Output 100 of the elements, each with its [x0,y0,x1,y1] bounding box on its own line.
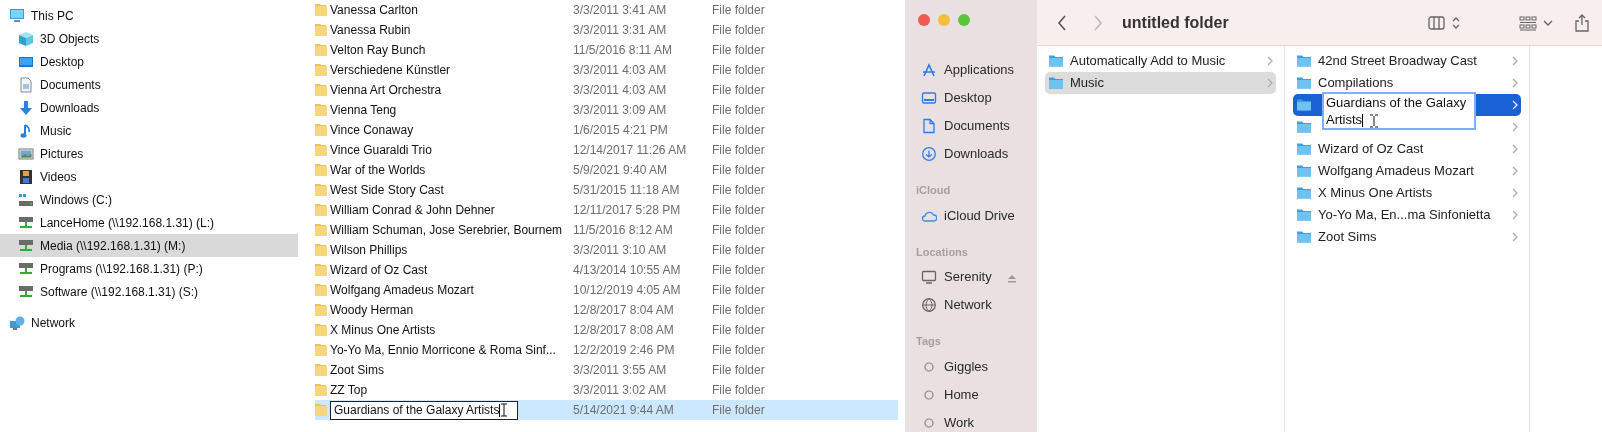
file-date: 12/11/2017 5:28 PM [573,202,682,219]
folder-row[interactable]: 42nd Street Broadway Cast [1293,50,1521,72]
sidebar-item[interactable]: Applications [905,56,1037,84]
file-row[interactable]: West Side Story Cast 5/31/2015 11:18 AM File folder [315,180,898,200]
file-row[interactable]: Guardians of the Galaxy Artists 5/14/2021 9:44 AM File folder [315,400,898,420]
file-row[interactable]: Vienna Art Orchestra 3/3/2011 4:03 AM File folder [315,80,898,100]
folder-icon [1296,163,1312,179]
file-row[interactable]: Woody Herman 12/8/2017 8:04 AM File folder [315,300,898,320]
folder-icon [314,322,328,338]
file-row[interactable]: Wizard of Oz Cast 4/13/2014 10:55 AM File folder [315,260,898,280]
file-row[interactable]: War of the Worlds 5/9/2021 9:40 AM File folder [315,160,898,180]
file-date: 3/3/2011 3:09 AM [573,102,668,119]
folder-name: Zoot Sims [1318,228,1377,247]
nav-item[interactable]: Software (\\192.168.1.31) (S:) [0,280,298,303]
close-button[interactable] [918,14,930,26]
monitor-icon [921,269,937,285]
folder-name: Yo-Yo Ma, En...ma Sinfonietta [1318,206,1491,225]
file-row[interactable]: Wolfgang Amadeus Mozart 10/12/2019 4:05 AM File folder [315,280,898,300]
sidebar-item[interactable]: Giggles [905,352,1037,381]
sidebar-item[interactable]: Work [905,408,1037,432]
sidebar-item[interactable]: Downloads [905,140,1037,168]
tag-circle-icon [924,417,934,428]
chevron-right-icon [1512,166,1518,176]
rename-field[interactable]: Guardians of the Galaxy Artists [1322,92,1476,130]
file-row[interactable]: Yo-Yo Ma, Ennio Morricone & Roma Sinf... 12/2/2019 2:46 PM File folder [315,340,898,360]
nav-item[interactable]: This PC [0,4,298,27]
minimize-button[interactable] [938,14,950,26]
file-date: 5/9/2021 9:40 AM [573,162,669,179]
file-date: 3/3/2011 4:03 AM [573,62,668,79]
nav-item[interactable]: Windows (C:) [0,188,298,211]
file-row[interactable]: Vienna Teng 3/3/2011 3:09 AM File folder [315,100,898,120]
chevron-right-icon [1512,78,1518,88]
file-type: File folder [712,242,765,259]
back-icon [1057,14,1067,31]
file-date: 11/5/2016 8:12 AM [573,222,674,239]
chevron-right-icon [1512,100,1518,110]
sidebar-item[interactable]: iCloud Drive [905,201,1037,230]
folder-row[interactable]: Zoot Sims [1293,226,1521,248]
file-name: West Side Story Cast [330,182,444,199]
folder-icon [314,262,328,278]
file-name: War of the Worlds [330,162,426,179]
nav-item[interactable]: Music [0,119,298,142]
nav-item[interactable]: Programs (\\192.168.1.31) (P:) [0,257,298,280]
file-type: File folder [712,142,765,159]
file-row[interactable]: William Conrad & John Dehner 12/11/2017 5:28 PM File folder [315,200,898,220]
folder-row[interactable]: Automatically Add to Music [1045,50,1276,72]
folder-row[interactable]: X Minus One Artists [1293,182,1521,204]
folder-icon [1296,53,1312,69]
file-date: 12/14/2017 11:26 AM [573,142,688,159]
folder-name: Wizard of Oz Cast [1318,140,1424,159]
zoom-button[interactable] [958,14,970,26]
nav-item[interactable]: Desktop [0,50,298,73]
nav-item[interactable]: Downloads [0,96,298,119]
sidebar-item[interactable]: Documents [905,112,1037,140]
folder-row[interactable]: Wolfgang Amadeus Mozart [1293,160,1521,182]
file-row[interactable]: Vince Conaway 1/6/2015 4:21 PM File folder [315,120,898,140]
nav-item[interactable]: Network [0,311,298,334]
file-date: 3/3/2011 3:41 AM [573,2,668,19]
file-type: File folder [712,402,765,419]
sidebar-item[interactable]: Serenity [905,263,1037,291]
file-row[interactable]: X Minus One Artists 12/8/2017 8:08 AM File folder [315,320,898,340]
file-row[interactable]: William Schuman, Jose Serebrier, Bournem 11/5/2016 8:12 AM File folder [315,220,898,240]
folder-icon [314,222,328,238]
file-name: Vienna Teng [330,102,397,119]
nav-item[interactable]: Documents [0,73,298,96]
file-row[interactable]: ZZ Top 3/3/2011 3:02 AM File folder [315,380,898,400]
folder-icon [314,382,328,398]
nav-item[interactable]: 3D Objects [0,27,298,50]
folder-row[interactable]: Wizard of Oz Cast [1293,138,1521,160]
file-date: 12/8/2017 8:08 AM [573,322,675,339]
file-type: File folder [712,382,765,399]
file-row[interactable]: Verschiedene Künstler 3/3/2011 4:03 AM File folder [315,60,898,80]
sidebar-item[interactable]: Desktop [905,84,1037,112]
folder-icon [1296,229,1312,245]
folder-row[interactable]: Yo-Yo Ma, En...ma Sinfonietta [1293,204,1521,226]
folder-icon [314,102,328,118]
file-type: File folder [712,282,765,299]
file-name: Vienna Art Orchestra [330,82,442,99]
nav-item[interactable]: Pictures [0,142,298,165]
file-date: 11/5/2016 8:11 AM [573,42,673,59]
nav-item[interactable]: Media (\\192.168.1.31) (M:) [0,234,298,257]
file-date: 12/2/2019 2:46 PM [573,342,676,359]
folder-icon [314,362,328,378]
sidebar-item[interactable]: Network [905,291,1037,319]
nav-item[interactable]: Videos [0,165,298,188]
rename-field[interactable]: Guardians of the Galaxy Artists [330,400,518,420]
chevron-down-icon [1543,18,1553,27]
file-name: Woody Herman [330,302,414,319]
file-row[interactable]: Zoot Sims 3/3/2011 3:55 AM File folder [315,360,898,380]
file-row[interactable]: Vanessa Rubin 3/3/2011 3:31 AM File folder [315,20,898,40]
folder-row[interactable]: Compilations [1293,72,1521,94]
sidebar-item[interactable]: Home [905,380,1037,409]
folder-icon [314,22,328,38]
nav-item[interactable]: LanceHome (\\192.168.1.31) (L:) [0,211,298,234]
file-row[interactable]: Vince Guaraldi Trio 12/14/2017 11:26 AM File folder [315,140,898,160]
folder-row[interactable]: Music [1045,72,1276,94]
file-row[interactable]: Velton Ray Bunch 11/5/2016 8:11 AM File folder [315,40,898,60]
file-row[interactable]: Vanessa Carlton 3/3/2011 3:41 AM File folder [315,0,898,20]
desktop-icon [921,90,937,106]
file-row[interactable]: Wilson Phillips 3/3/2011 3:10 AM File folder [315,240,898,260]
